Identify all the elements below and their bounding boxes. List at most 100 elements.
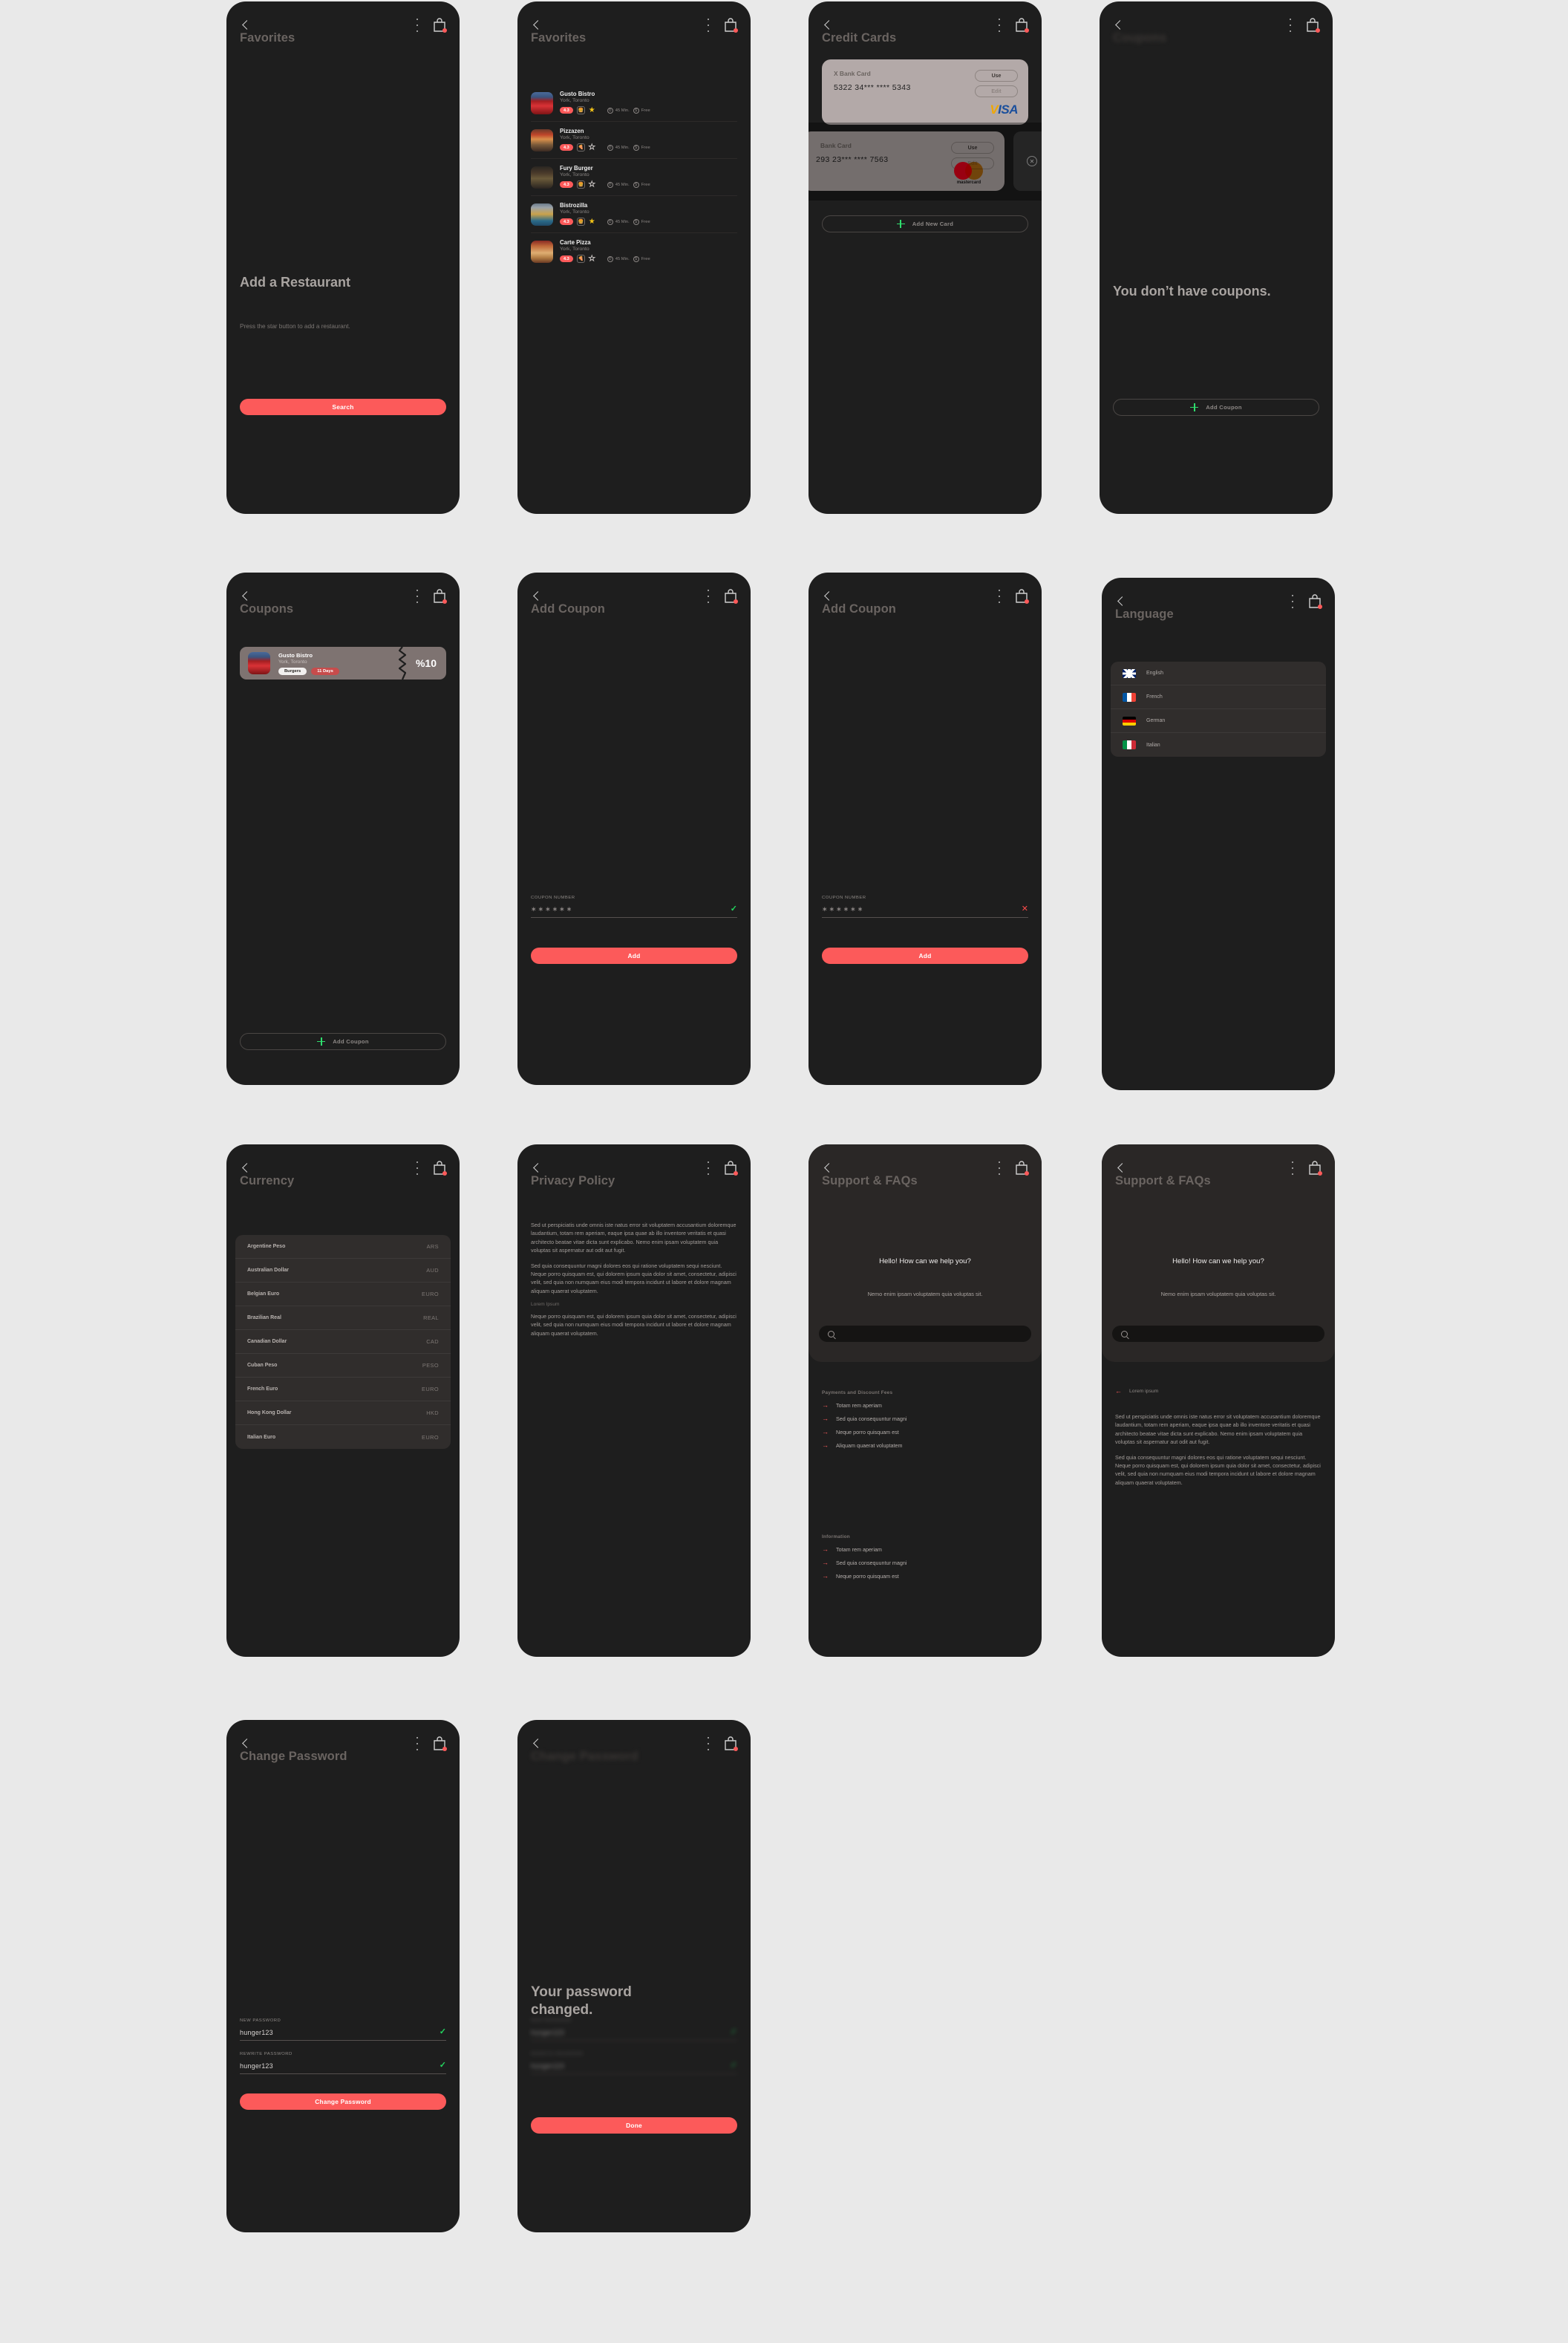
chevron-left-icon[interactable] [1113,19,1125,31]
shopping-bag-icon[interactable] [433,1736,447,1751]
add-coupon-button[interactable]: Add Coupon [1113,399,1319,416]
rewrite-password-input[interactable]: hunger123 [240,2062,273,2070]
faq-item[interactable]: → Neque porro quisquam est [822,1573,1028,1580]
add-new-card-button[interactable]: Add New Card [822,215,1028,232]
search-button[interactable]: Search [240,399,446,415]
credit-card-visa[interactable]: X Bank Card 5322 34*** **** 5343 Use Edi… [822,59,1028,125]
star-icon[interactable]: ★ [588,255,595,263]
kebab-menu-icon[interactable] [1285,19,1296,32]
new-password-field[interactable]: NEW PASSWORD hunger123 ✓ [531,2018,737,2041]
list-item[interactable]: Gusto Bistro York, Toronto 4.3 🍔 ★ ⏱ 45 M… [531,85,737,122]
add-button[interactable]: Add [531,948,737,964]
star-icon[interactable]: ★ [589,218,595,226]
currency-row[interactable]: Belgian Euro EURO [235,1283,451,1306]
rewrite-password-field[interactable]: REWRITE PASSWORD hunger123 ✓ [531,2052,737,2074]
faq-back-link[interactable]: ← Lorem ipsum [1115,1387,1158,1395]
kebab-menu-icon[interactable] [703,590,713,603]
kebab-menu-icon[interactable] [994,590,1004,603]
coupon-number-input[interactable]: ∗∗∗∗∗∗ [531,905,573,913]
chevron-left-icon[interactable] [240,1162,252,1174]
coupon-number-input[interactable]: ∗∗∗∗∗∗ [822,905,864,913]
chevron-left-icon[interactable] [531,590,543,602]
coupon-category-tag: Burgers [278,667,307,675]
currency-row[interactable]: Australian Dollar AUD [235,1259,451,1283]
done-button[interactable]: Done [531,2117,737,2134]
edit-card-button[interactable]: Edit [975,85,1018,97]
list-item[interactable]: Bistrozilla York, Toronto 4.3 🍔 ★ ⏱ 45 Mi… [531,196,737,233]
shopping-bag-icon[interactable] [724,1161,738,1176]
new-password-input[interactable]: hunger123 [531,2029,564,2036]
chevron-left-icon[interactable] [1115,1162,1127,1174]
list-item[interactable]: Fury Burger York, Toronto 4.3 🍔 ★ ⏱ 45 Mi… [531,159,737,196]
list-item[interactable]: Carte Pizza York, Toronto 4.3 🍕 ★ ⏱ 45 Mi… [531,233,737,270]
kebab-menu-icon[interactable] [703,1737,713,1750]
add-button[interactable]: Add [822,948,1028,964]
add-coupon-button[interactable]: Add Coupon [240,1033,446,1050]
kebab-menu-icon[interactable] [412,1737,422,1750]
chevron-left-icon[interactable] [531,1738,543,1750]
faq-search-input[interactable] [819,1326,1031,1342]
shopping-bag-icon[interactable] [433,589,447,604]
kebab-menu-icon[interactable] [703,19,713,32]
language-option-french[interactable]: French [1111,685,1326,709]
shopping-bag-icon[interactable] [724,18,738,33]
shopping-bag-icon[interactable] [1308,594,1322,609]
currency-row[interactable]: Italian Euro EURO [235,1425,451,1449]
chevron-left-icon[interactable] [822,1162,834,1174]
currency-row[interactable]: French Euro EURO [235,1378,451,1401]
shopping-bag-icon[interactable] [1015,1161,1029,1176]
currency-row[interactable]: Argentine Peso ARS [235,1235,451,1259]
faq-item[interactable]: → Aliquam quaerat voluptatem [822,1442,1028,1450]
shopping-bag-icon[interactable] [724,1736,738,1751]
kebab-menu-icon[interactable] [703,1161,713,1175]
kebab-menu-icon[interactable] [994,1161,1004,1175]
new-password-input[interactable]: hunger123 [240,2029,273,2036]
language-option-italian[interactable]: Italian [1111,733,1326,757]
coupon-number-field[interactable]: COUPON NUMBER ∗∗∗∗∗∗ ✕ [822,896,1028,918]
shopping-bag-icon[interactable] [1015,589,1029,604]
shopping-bag-icon[interactable] [433,18,447,33]
shopping-bag-icon[interactable] [1308,1161,1322,1176]
faq-item[interactable]: → Sed quia consequuntur magni [822,1560,1028,1567]
faq-item[interactable]: → Totam rem aperiam [822,1546,1028,1554]
shopping-bag-icon[interactable] [1306,18,1320,33]
kebab-menu-icon[interactable] [1287,595,1298,608]
currency-row[interactable]: Brazilian Real REAL [235,1306,451,1330]
faq-item[interactable]: → Neque porro quisquam est [822,1429,1028,1436]
chevron-left-icon[interactable] [240,1738,252,1750]
coupon-card[interactable]: Gusto Bistro York, Toronto Burgers 11 Da… [240,647,446,680]
shopping-bag-icon[interactable] [724,589,738,604]
star-icon[interactable]: ★ [588,180,595,189]
change-password-button[interactable]: Change Password [240,2093,446,2110]
shopping-bag-icon[interactable] [433,1161,447,1176]
chevron-left-icon[interactable] [822,590,834,602]
star-icon[interactable]: ★ [589,106,595,114]
faq-item[interactable]: → Totam rem aperiam [822,1402,1028,1410]
rewrite-password-input[interactable]: hunger123 [531,2062,564,2070]
chevron-left-icon[interactable] [1115,596,1127,607]
star-icon[interactable]: ★ [588,143,595,151]
kebab-menu-icon[interactable] [1287,1161,1298,1175]
kebab-menu-icon[interactable] [412,590,422,603]
kebab-menu-icon[interactable] [412,19,422,32]
chevron-left-icon[interactable] [240,590,252,602]
new-password-field[interactable]: NEW PASSWORD hunger123 ✓ [240,2018,446,2041]
kebab-menu-icon[interactable] [994,19,1004,32]
faq-search-input[interactable] [1112,1326,1324,1342]
chevron-left-icon[interactable] [531,1162,543,1174]
list-item[interactable]: Pizzazen York, Toronto 4.3 🍕 ★ ⏱ 45 Min. … [531,122,737,159]
currency-row[interactable]: Cuban Peso PESO [235,1354,451,1378]
use-card-button[interactable]: Use [975,70,1018,82]
rewrite-password-field[interactable]: REWRITE PASSWORD hunger123 ✓ [240,2052,446,2074]
currency-row[interactable]: Hong Kong Dollar HKD [235,1401,451,1425]
chevron-left-icon[interactable] [531,19,543,31]
faq-item[interactable]: → Sed quia consequuntur magni [822,1415,1028,1423]
coupon-number-field[interactable]: COUPON NUMBER ∗∗∗∗∗∗ ✓ [531,896,737,918]
currency-row[interactable]: Canadian Dollar CAD [235,1330,451,1354]
language-option-english[interactable]: English [1111,662,1326,685]
language-option-german[interactable]: German [1111,709,1326,733]
chevron-left-icon[interactable] [240,19,252,31]
chevron-left-icon[interactable] [822,19,834,31]
shopping-bag-icon[interactable] [1015,18,1029,33]
kebab-menu-icon[interactable] [412,1161,422,1175]
